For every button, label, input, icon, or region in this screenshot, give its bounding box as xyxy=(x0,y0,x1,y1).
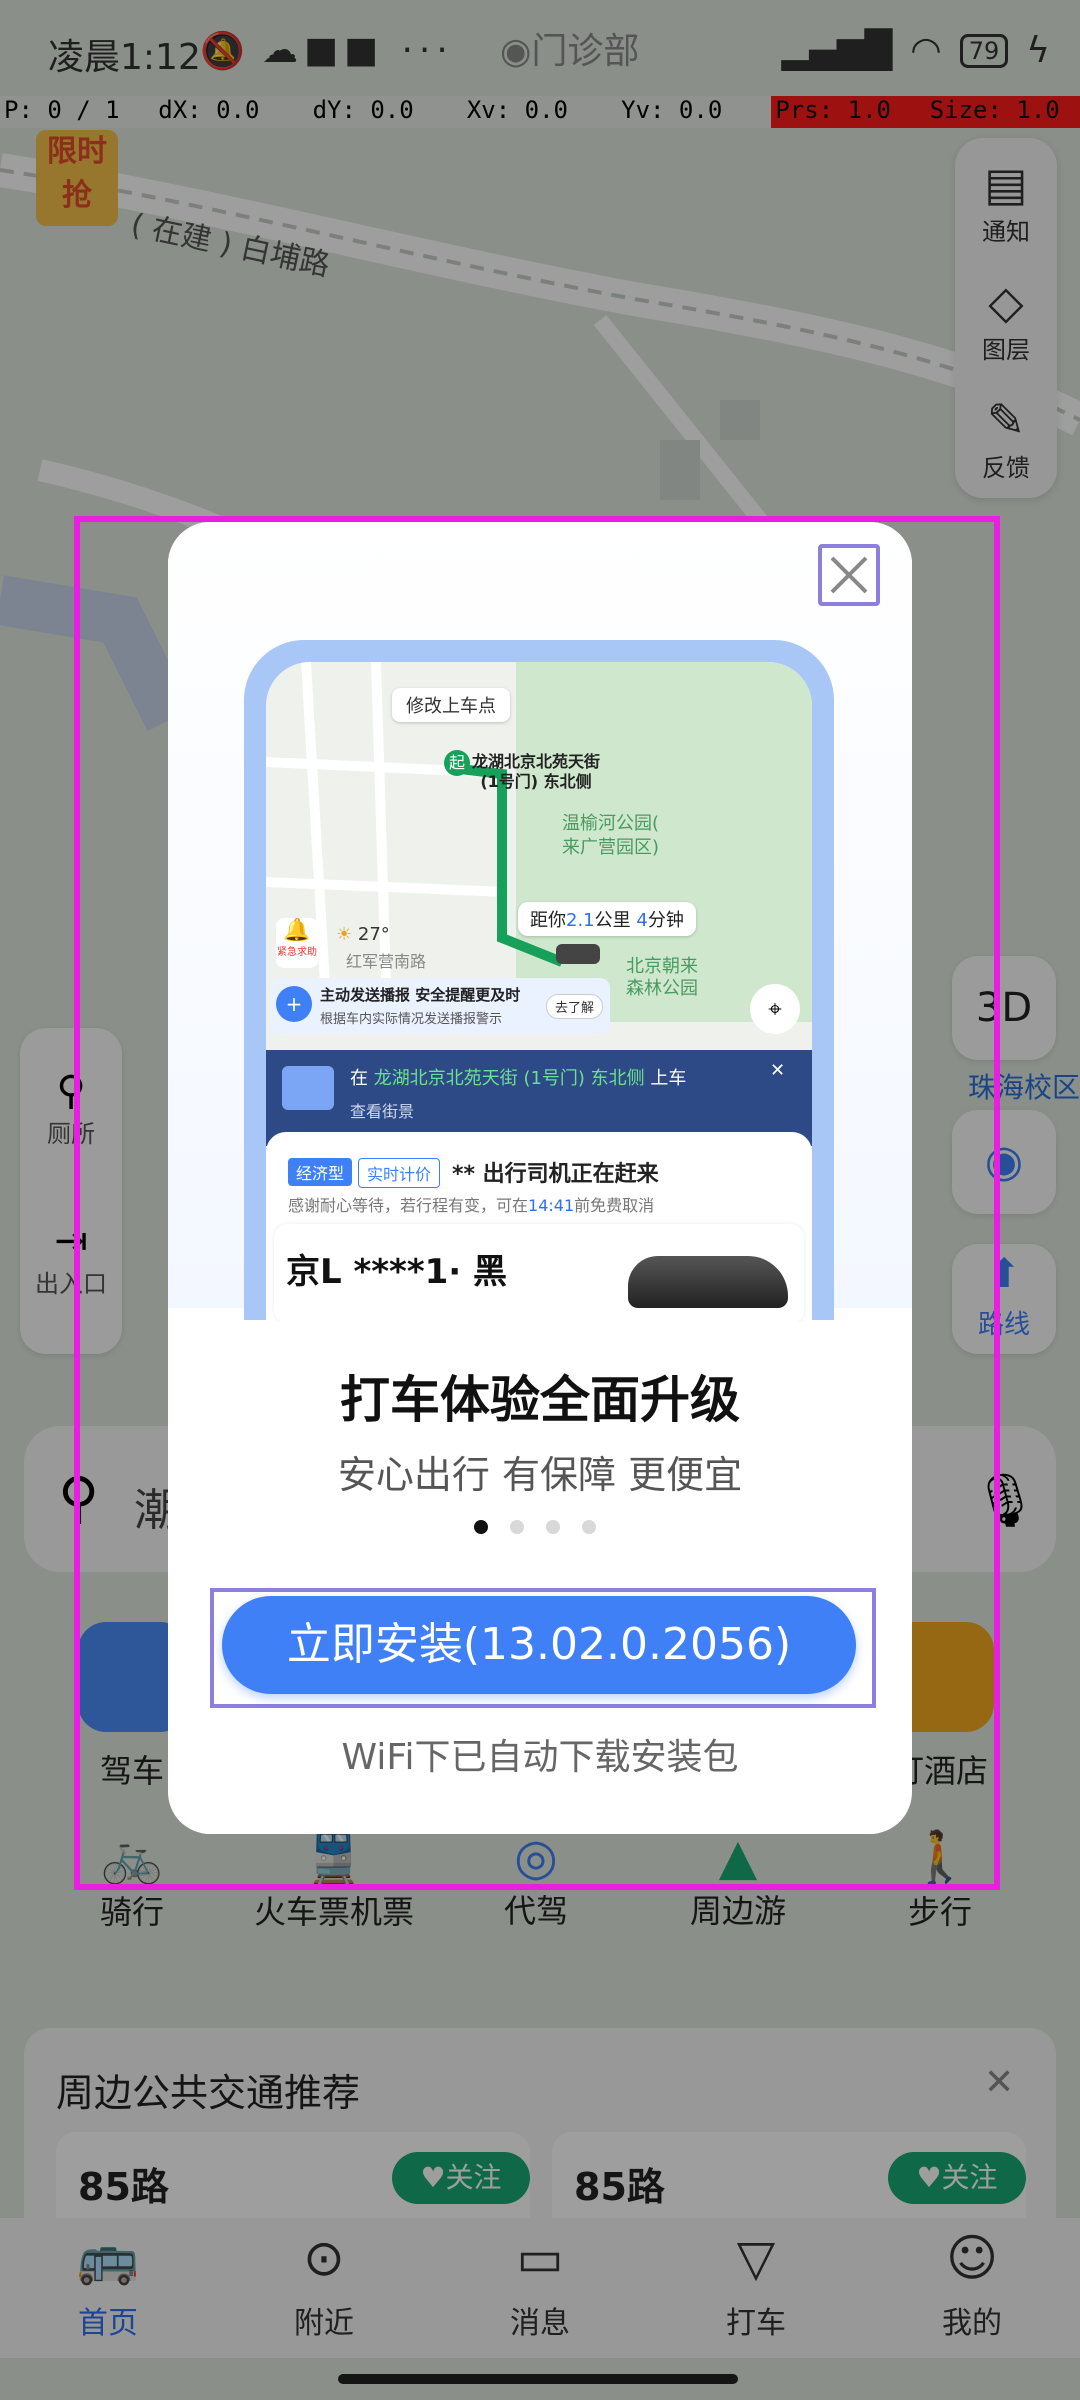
dialog-highlight-frame xyxy=(74,516,1000,1890)
